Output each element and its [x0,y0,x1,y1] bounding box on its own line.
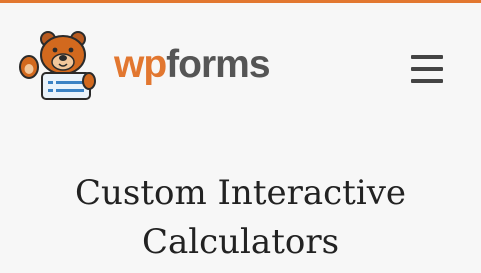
brand-wordmark-part-wp: wp [114,43,167,86]
wpforms-bear-mascot-icon[interactable] [18,29,96,101]
menu-bar-top [411,55,443,59]
page-title-line-2: Calculators [141,222,340,262]
menu-bar-bottom [411,79,443,83]
page: wpforms Custom Interactive Calculators [0,0,481,273]
page-title-line-1: Custom Interactive [74,173,407,213]
brand-wordmark[interactable]: wpforms [114,40,271,90]
hamburger-menu-icon[interactable] [408,53,446,85]
menu-bar-middle [411,67,443,71]
brand-wordmark-part-forms: forms [166,43,270,86]
page-title: Custom Interactive Calculators [0,169,481,267]
